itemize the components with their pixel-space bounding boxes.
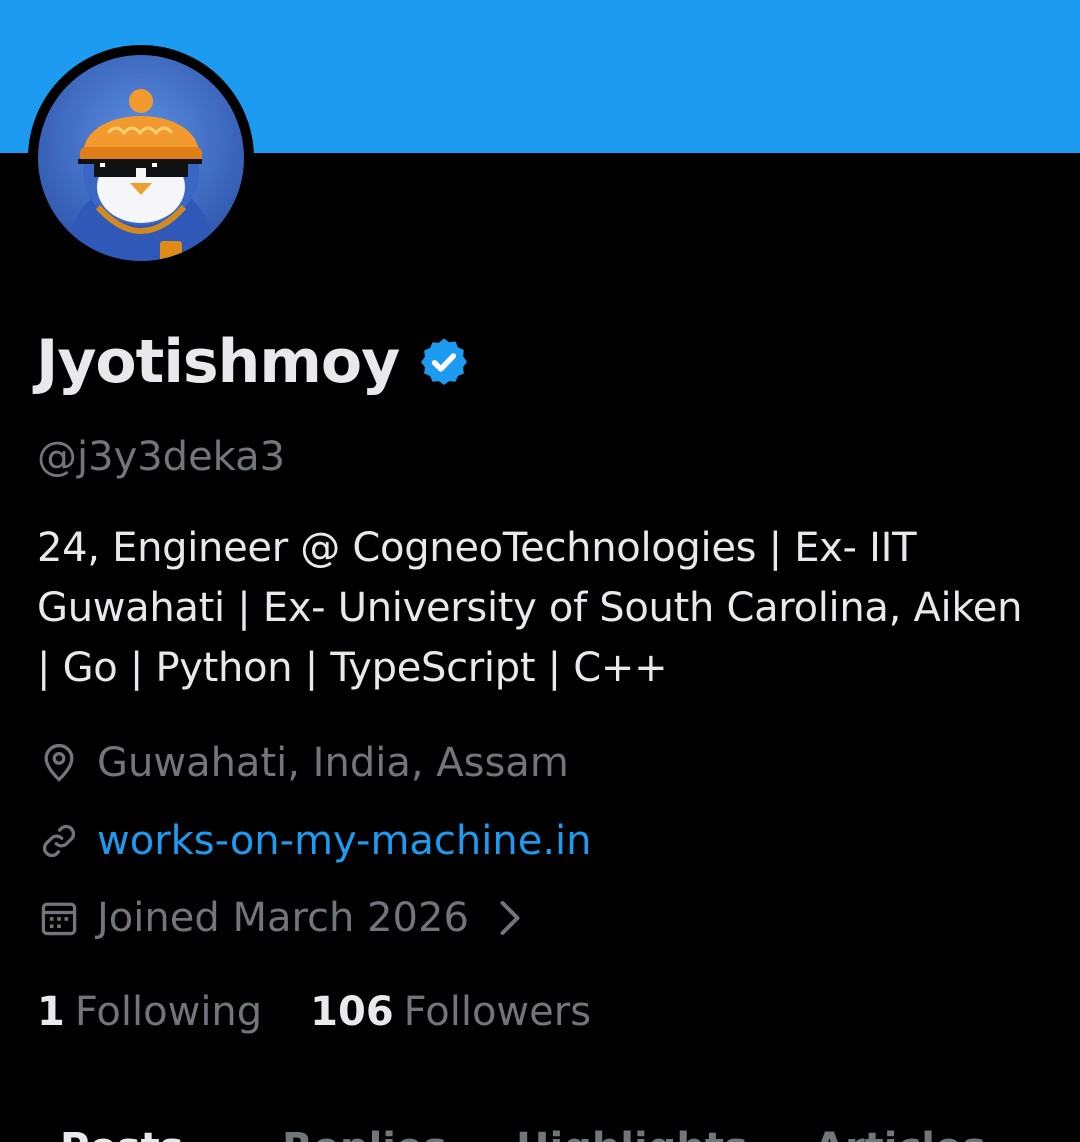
followers-count: 106 (310, 989, 394, 1035)
location-pin-icon (44, 743, 74, 782)
location-row: Guwahati, India, Assam (37, 735, 569, 791)
profile-handle: @j3y3deka3 (37, 434, 286, 480)
follow-stats: 1 Following 106 Followers (37, 984, 591, 1040)
followers-label: Followers (403, 989, 592, 1035)
tab-replies[interactable]: Replies (282, 1118, 447, 1142)
following-label: Following (74, 989, 263, 1035)
following-count: 1 (37, 989, 65, 1035)
verified-badge-icon[interactable] (417, 335, 471, 389)
penguin-avatar-icon (38, 55, 244, 261)
website-row: works-on-my-machine.in (37, 813, 592, 869)
website-link[interactable]: works-on-my-machine.in (97, 818, 592, 864)
avatar[interactable] (38, 55, 244, 261)
tab-posts[interactable]: Posts (60, 1118, 184, 1142)
followers-link[interactable]: 106 Followers (310, 989, 591, 1035)
tab-highlights[interactable]: Highlights (516, 1118, 748, 1142)
profile-page: Jyotishmoy @j3y3deka3 24, Engineer @ Cog… (0, 0, 1080, 1142)
display-name: Jyotishmoy (36, 327, 400, 397)
location-text: Guwahati, India, Assam (97, 740, 569, 786)
name-row: Jyotishmoy (36, 322, 471, 402)
link-icon (42, 824, 76, 858)
chevron-right-icon (500, 901, 520, 935)
following-link[interactable]: 1 Following (37, 989, 262, 1035)
avatar-ring (28, 45, 254, 271)
profile-bio: 24, Engineer @ CogneoTechnologies | Ex- … (37, 525, 1023, 691)
tab-articles[interactable]: Articles (814, 1118, 986, 1142)
joined-text: Joined March 2026 (97, 895, 469, 941)
profile-tabs: Posts Replies Highlights Articles (0, 1118, 1080, 1142)
joined-row[interactable]: Joined March 2026 (37, 890, 525, 946)
calendar-icon (41, 902, 77, 936)
